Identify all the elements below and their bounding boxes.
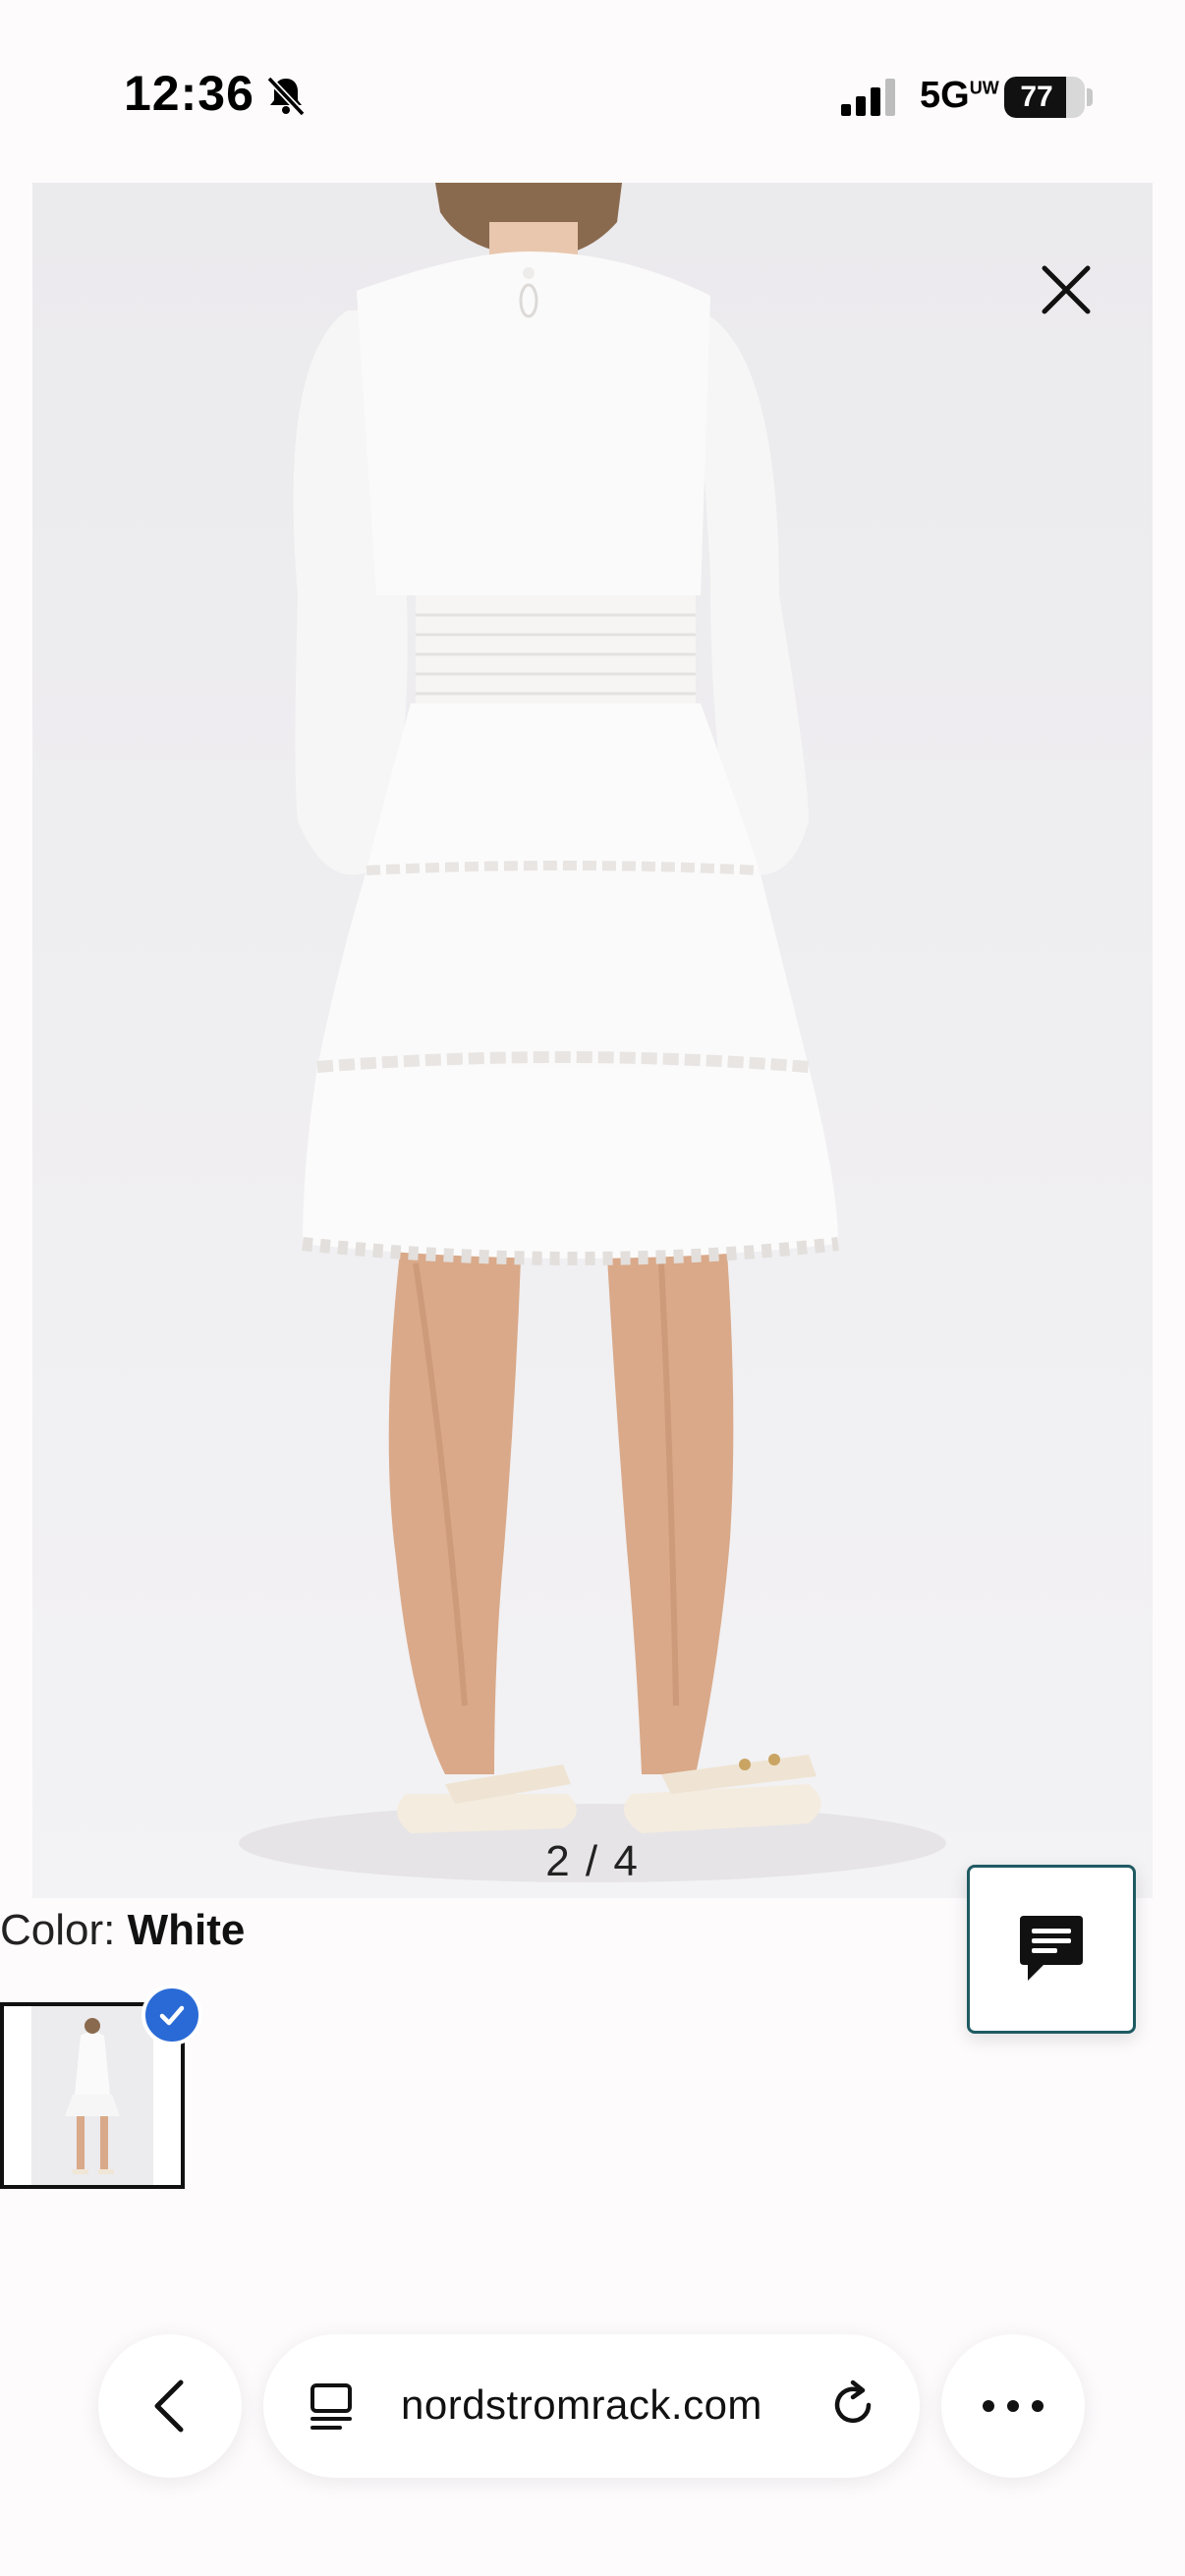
chat-button[interactable] xyxy=(967,1865,1136,2034)
back-button[interactable] xyxy=(98,2334,242,2478)
signal-icon xyxy=(841,79,895,116)
selected-check-badge xyxy=(141,1985,202,2045)
product-gallery-page: 12:36 5GUW 77 2 / 4 Color: White nordstr… xyxy=(0,0,1185,2576)
battery-cap xyxy=(1087,88,1093,106)
product-image[interactable] xyxy=(32,183,1153,1898)
color-label: Color: xyxy=(0,1906,116,1954)
chat-bubble-icon xyxy=(1020,1916,1083,1981)
chevron-left-icon xyxy=(154,2380,184,2433)
silent-bell-icon xyxy=(266,76,306,117)
more-dots-icon xyxy=(983,2400,1044,2412)
check-icon xyxy=(159,2005,185,2026)
more-button[interactable] xyxy=(941,2334,1085,2478)
battery-icon: 77 xyxy=(1004,77,1085,118)
battery-percent: 77 xyxy=(1020,81,1053,113)
network-label: 5GUW xyxy=(920,75,999,117)
network-suffix: UW xyxy=(969,78,999,98)
dress-back-photo xyxy=(239,183,946,1882)
status-bar: 12:36 5GUW 77 xyxy=(0,0,1185,187)
url-text: nordstromrack.com xyxy=(401,2381,762,2428)
reader-mode-icon[interactable] xyxy=(305,2380,358,2433)
close-icon xyxy=(1042,265,1091,314)
status-time: 12:36 xyxy=(124,66,254,121)
network-type: 5G xyxy=(920,75,970,116)
reload-icon[interactable] xyxy=(825,2378,880,2433)
close-button[interactable] xyxy=(1037,260,1096,319)
color-value: White xyxy=(127,1906,246,1954)
address-bar[interactable]: nordstromrack.com xyxy=(263,2334,920,2478)
color-label-row: Color: White xyxy=(0,1906,245,1955)
image-counter: 2 / 4 xyxy=(545,1837,640,1885)
